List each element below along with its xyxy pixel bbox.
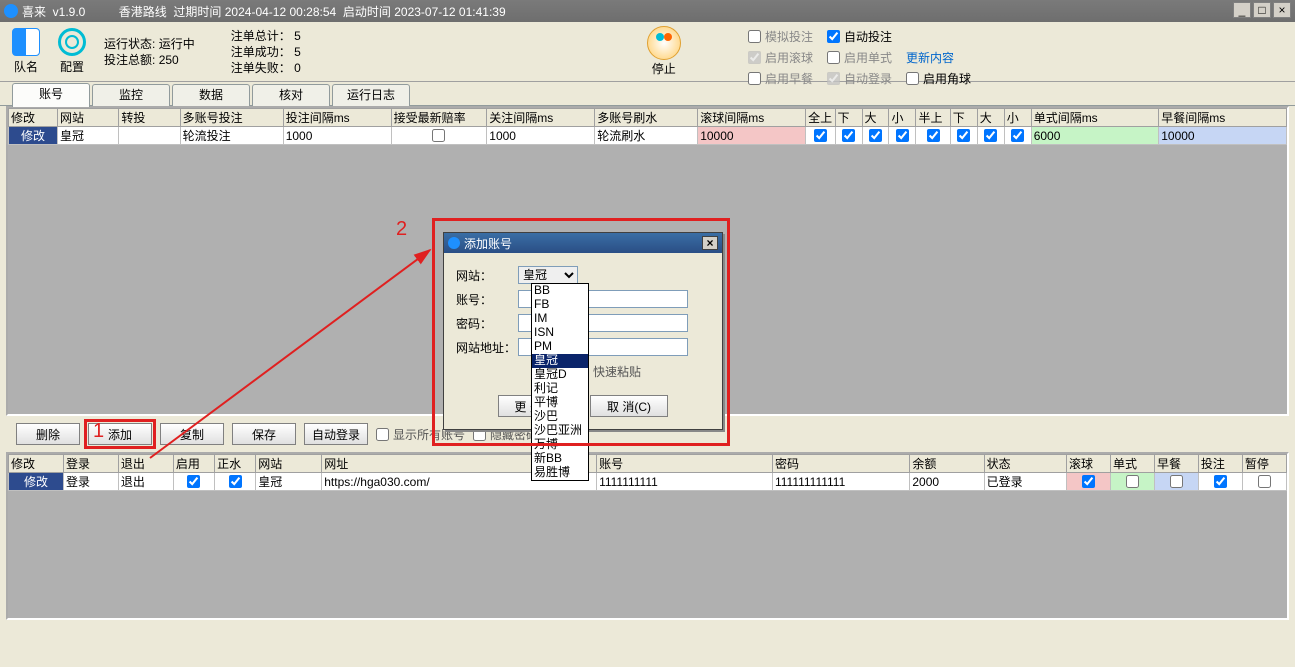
url-label: 网站地址： <box>456 339 518 356</box>
dropdown-option[interactable]: 沙巴 <box>532 410 588 424</box>
site-label: 网站： <box>456 267 518 284</box>
cancel-button[interactable]: 取 消(C) <box>590 395 668 417</box>
update-link[interactable]: 更新内容 <box>906 49 971 66</box>
dropdown-option[interactable]: 万博 <box>532 438 588 452</box>
lower-grid-panel: 修改登录退出启用正水网站网址账号密码余额状态滚球单式早餐投注暂停 修改 登录 退… <box>6 452 1289 620</box>
dropdown-option[interactable]: 沙巴亚洲 <box>532 424 588 438</box>
save-button[interactable]: 保存 <box>232 423 296 445</box>
table-header-row: 修改登录退出启用正水网站网址账号密码余额状态滚球单式早餐投注暂停 <box>9 455 1287 473</box>
dialog-titlebar[interactable]: 添加账号 × <box>444 233 722 253</box>
dropdown-option[interactable]: 皇冠D <box>532 368 588 382</box>
table-header-row: 修改网站转投多账号投注投注间隔ms接受最新赔率关注间隔ms多账号刷水滚球间隔ms… <box>9 109 1287 127</box>
close-button[interactable]: × <box>1273 2 1291 18</box>
dropdown-option[interactable]: BB <box>532 284 588 298</box>
config-label: 配置 <box>60 58 84 75</box>
chk-morning[interactable]: 启用早餐 <box>748 70 813 87</box>
dropdown-option[interactable]: IM <box>532 312 588 326</box>
app-icon <box>4 4 18 18</box>
copy-button[interactable]: 复制 <box>160 423 224 445</box>
tabs: 账号 监控 数据 核对 运行日志 <box>0 82 1295 106</box>
chk-single[interactable]: 启用单式 <box>827 49 892 66</box>
dropdown-option[interactable]: 易胜博 <box>532 466 588 480</box>
chk-corner[interactable]: 启用角球 <box>906 70 971 87</box>
team-label: 队名 <box>14 58 38 75</box>
config-button[interactable]: 配置 <box>52 27 92 77</box>
title-bar: 喜来 v1.9.0 香港路线 过期时间 2024-04-12 00:28:54 … <box>0 0 1295 22</box>
max-button[interactable]: □ <box>1253 2 1271 18</box>
table-row[interactable]: 修改 皇冠 轮流投注 1000 1000 轮流刷水 10000 6000 100… <box>9 127 1287 145</box>
modify-button[interactable]: 修改 <box>9 473 64 491</box>
dropdown-option[interactable]: 利记 <box>532 382 588 396</box>
dialog-close-button[interactable]: × <box>702 236 718 250</box>
stop-button[interactable]: 停止 <box>647 26 681 77</box>
login-button[interactable]: 登录 <box>63 473 118 491</box>
site-dropdown-list[interactable]: BBFBIMISNPM皇冠皇冠D利记平博沙巴沙巴亚洲万博新BB易胜博 <box>531 283 589 481</box>
main-toolbar: 队名 配置 运行状态: 运行中 投注总额: 250 注单总计： 5 注单成功： … <box>0 22 1295 82</box>
tab-data[interactable]: 数据 <box>172 84 250 106</box>
run-status: 运行状态: 运行中 投注总额: 250 <box>104 36 195 68</box>
stop-icon <box>647 26 681 60</box>
order-stats: 注单总计： 5 注单成功： 5 注单失败： 0 <box>231 28 301 76</box>
chk-auto[interactable]: 自动投注 <box>827 28 892 45</box>
tab-log[interactable]: 运行日志 <box>332 84 410 106</box>
add-button[interactable]: 添加 <box>88 423 152 445</box>
account-label: 账号： <box>456 291 518 308</box>
options-area: 模拟投注 自动投注 启用滚球 启用单式 启用早餐 自动登录 启用角球 更新内容 <box>748 28 971 87</box>
site-config-table[interactable]: 修改网站转投多账号投注投注间隔ms接受最新赔率关注间隔ms多账号刷水滚球间隔ms… <box>8 108 1287 145</box>
site-select[interactable]: 皇冠 <box>518 266 578 284</box>
autologin-button[interactable]: 自动登录 <box>304 423 368 445</box>
dropdown-option[interactable]: FB <box>532 298 588 312</box>
gear-icon <box>58 28 86 56</box>
chk-autologin[interactable]: 自动登录 <box>827 70 892 87</box>
min-button[interactable]: _ <box>1233 2 1251 18</box>
stop-label: 停止 <box>652 60 676 77</box>
delete-button[interactable]: 删除 <box>16 423 80 445</box>
title-text: 喜来 v1.9.0 香港路线 过期时间 2024-04-12 00:28:54 … <box>22 3 506 20</box>
account-table[interactable]: 修改登录退出启用正水网站网址账号密码余额状态滚球单式早餐投注暂停 修改 登录 退… <box>8 454 1287 491</box>
dropdown-option[interactable]: 平博 <box>532 396 588 410</box>
logout-button[interactable]: 退出 <box>118 473 173 491</box>
chk-roll[interactable]: 启用滚球 <box>748 49 813 66</box>
dialog-title: 添加账号 <box>464 235 512 252</box>
dialog-icon <box>448 237 460 249</box>
dropdown-option[interactable]: 皇冠 <box>532 354 588 368</box>
password-label: 密码： <box>456 315 518 332</box>
dropdown-option[interactable]: ISN <box>532 326 588 340</box>
modify-button[interactable]: 修改 <box>9 127 58 145</box>
table-row[interactable]: 修改 登录 退出 皇冠 https://hga030.com/ 11111111… <box>9 473 1287 491</box>
dropdown-option[interactable]: 新BB <box>532 452 588 466</box>
tab-account[interactable]: 账号 <box>12 83 90 107</box>
dropdown-option[interactable]: PM <box>532 340 588 354</box>
tab-verify[interactable]: 核对 <box>252 84 330 106</box>
team-icon <box>12 28 40 56</box>
team-button[interactable]: 队名 <box>6 27 46 77</box>
chk-sim[interactable]: 模拟投注 <box>748 28 813 45</box>
tab-monitor[interactable]: 监控 <box>92 84 170 106</box>
